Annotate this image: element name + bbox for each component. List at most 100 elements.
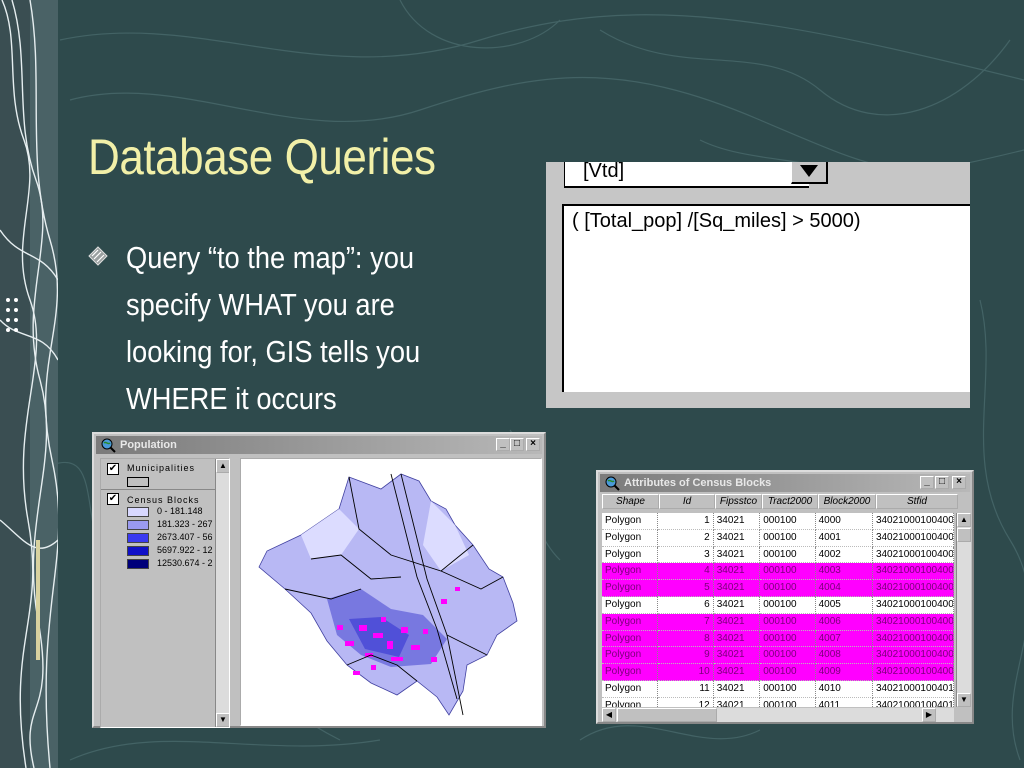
magnifier-globe-icon <box>605 476 620 491</box>
cell-shape: Polygon <box>602 697 659 707</box>
column-header-tract2000[interactable]: Tract2000 <box>762 494 818 509</box>
maximize-button[interactable]: □ <box>935 476 949 489</box>
cell-id: 9 <box>658 647 714 665</box>
cell-block2000: 4008 <box>815 647 873 665</box>
bullet-text: Query “to the map”: you specify WHAT you… <box>126 240 421 416</box>
cell-block2000: 4007 <box>815 630 873 648</box>
legend-range-label: 181.323 - 267 <box>157 519 213 529</box>
table-row[interactable]: Polygon 12 34021 000100 4011 340210001004011 <box>602 697 954 707</box>
cell-shape: Polygon <box>602 680 659 698</box>
table-horizontal-scrollbar[interactable]: ◀ ▶ <box>602 708 954 722</box>
cell-block2000: 4011 <box>816 697 873 707</box>
legend-scrollbar[interactable]: ▲ ▼ <box>215 459 229 727</box>
query-expression-text: ( [Total_pop] /[Sq_miles] > 5000) <box>572 210 861 232</box>
layer-checkbox-municipalities[interactable]: ✔ <box>107 463 119 475</box>
layer-checkbox-census-blocks[interactable]: ✔ <box>107 493 119 505</box>
table-row[interactable]: Polygon 3 34021 000100 4002 340210001004002 <box>602 546 954 564</box>
cell-stfid: 340210001004002 <box>872 546 954 564</box>
table-row-selected[interactable]: Polygon 8 34021 000100 4007 340210001004007 <box>602 630 954 648</box>
scroll-up-button[interactable]: ▲ <box>957 513 971 527</box>
magnifier-globe-icon <box>101 438 116 453</box>
cell-fipsstco: 34021 <box>713 596 761 614</box>
cell-tract2000: 000100 <box>760 563 816 581</box>
scroll-left-button[interactable]: ◀ <box>602 708 616 722</box>
cell-tract2000: 000100 <box>760 697 816 707</box>
column-header-stfid[interactable]: Stfid <box>876 494 958 509</box>
table-row[interactable]: Polygon 6 34021 000100 4005 340210001004005 <box>602 596 954 614</box>
table-row-selected[interactable]: Polygon 7 34021 000100 4006 340210001004006 <box>602 613 954 631</box>
cell-stfid: 340210001004006 <box>872 613 954 631</box>
cell-fipsstco: 34021 <box>713 563 761 581</box>
cell-id: 4 <box>658 563 714 581</box>
table-row-selected[interactable]: Polygon 10 34021 000100 4009 340210001004009 <box>602 664 954 681</box>
scroll-down-button[interactable]: ▼ <box>957 693 971 707</box>
legend-swatch <box>127 520 149 530</box>
minimize-button[interactable]: _ <box>920 476 934 489</box>
cell-tract2000: 000100 <box>760 529 816 547</box>
map-display[interactable] <box>240 458 542 726</box>
column-header-fipsstco[interactable]: Fipsstco <box>715 494 762 509</box>
legend-swatch <box>127 559 149 569</box>
cell-block2000: 4001 <box>815 529 873 547</box>
scroll-right-button[interactable]: ▶ <box>922 708 936 722</box>
layer-name-municipalities[interactable]: Municipalities <box>127 463 195 473</box>
scroll-thumb[interactable] <box>617 708 717 722</box>
cell-stfid: 340210001004010 <box>872 680 954 698</box>
attributes-window: Attributes of Census Blocks _ □ × Shape … <box>596 470 974 724</box>
table-row-selected[interactable]: Polygon 9 34021 000100 4008 340210001004008 <box>602 647 954 665</box>
column-header-block2000[interactable]: Block2000 <box>818 494 876 509</box>
attributes-titlebar[interactable]: Attributes of Census Blocks _ □ × <box>600 474 970 492</box>
cell-shape: Polygon <box>602 529 659 547</box>
column-header-id[interactable]: Id <box>659 494 715 509</box>
column-header-shape[interactable]: Shape <box>602 494 659 509</box>
legend-swatch <box>127 546 149 556</box>
cell-id: 12 <box>658 697 714 707</box>
table-row-selected[interactable]: Polygon 4 34021 000100 4003 340210001004003 <box>602 563 954 581</box>
cell-id: 10 <box>658 664 714 681</box>
cell-tract2000: 000100 <box>760 580 816 597</box>
cell-stfid: 340210001004005 <box>872 596 954 614</box>
table-row[interactable]: Polygon 1 34021 000100 4000 340210001004000 <box>602 513 954 530</box>
query-builder-panel: [Vtd] ( [Total_pop] /[Sq_miles] > 5000) <box>546 162 970 408</box>
maximize-button[interactable]: □ <box>510 438 524 451</box>
query-expression-box[interactable]: ( [Total_pop] /[Sq_miles] > 5000) <box>562 204 970 392</box>
cell-block2000: 4006 <box>815 613 873 631</box>
cell-fipsstco: 34021 <box>713 546 761 564</box>
dropdown-arrow-button[interactable] <box>791 162 828 184</box>
table-of-contents: ✔ Municipalities ✔ Census Blocks 0 - 181… <box>100 458 230 728</box>
legend-divider <box>101 489 221 490</box>
table-row[interactable]: Polygon 2 34021 000100 4001 340210001004001 <box>602 529 954 547</box>
table-header: Shape Id Fipsstco Tract2000 Block2000 St… <box>602 494 958 509</box>
cell-shape: Polygon <box>602 546 659 564</box>
attribute-table-body: Polygon 1 34021 000100 4000 340210001004000 Po… <box>602 513 954 707</box>
cell-shape: Polygon <box>602 580 659 597</box>
cell-tract2000: 000100 <box>760 680 816 698</box>
cell-block2000: 4002 <box>815 546 873 564</box>
table-row[interactable]: Polygon 11 34021 000100 4010 340210001004010 <box>602 680 954 698</box>
cell-id: 8 <box>658 630 714 648</box>
cell-stfid: 340210001004009 <box>872 664 954 681</box>
cell-fipsstco: 34021 <box>713 647 761 665</box>
cell-stfid: 340210001004011 <box>873 697 954 707</box>
scroll-up-button[interactable]: ▲ <box>216 459 229 473</box>
field-dropdown[interactable]: [Vtd] <box>564 162 828 188</box>
close-button[interactable]: × <box>526 438 540 451</box>
cell-shape: Polygon <box>602 647 659 665</box>
chevron-down-icon <box>800 165 818 177</box>
cell-tract2000: 000100 <box>760 664 816 681</box>
minimize-button[interactable]: _ <box>496 438 510 451</box>
cell-shape: Polygon <box>602 596 659 614</box>
close-button[interactable]: × <box>952 476 966 489</box>
layer-name-census-blocks[interactable]: Census Blocks <box>127 495 200 505</box>
table-vertical-scrollbar[interactable]: ▲ ▼ <box>956 513 971 707</box>
scroll-down-button[interactable]: ▼ <box>216 713 229 727</box>
cell-fipsstco: 34021 <box>713 613 761 631</box>
cell-block2000: 4000 <box>815 513 873 530</box>
cell-stfid: 340210001004007 <box>872 630 954 648</box>
legend-range-label: 2673.407 - 56 <box>157 532 213 542</box>
population-titlebar[interactable]: Population _ □ × <box>96 436 542 454</box>
scroll-thumb[interactable] <box>957 528 971 542</box>
population-window: Population _ □ × ✔ Municipalities ✔ Cens… <box>92 432 546 728</box>
cell-id: 11 <box>658 680 714 698</box>
table-row-selected[interactable]: Polygon 5 34021 000100 4004 340210001004004 <box>602 580 954 597</box>
